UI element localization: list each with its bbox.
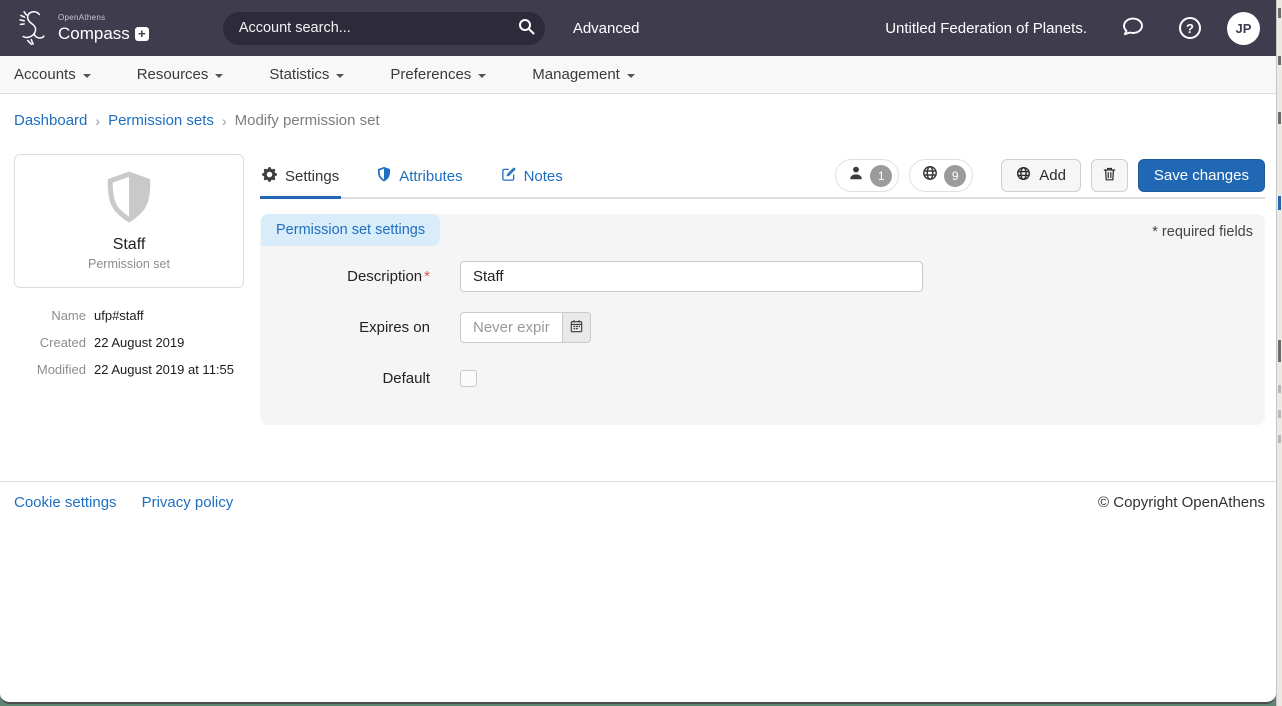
- chat-bubble-icon: [1121, 16, 1145, 41]
- meta-row-created: Created 22 August 2019: [14, 335, 244, 350]
- permission-set-card: Staff Permission set: [14, 154, 244, 288]
- app-window: OpenAthens Compass + Advanced Untitl: [0, 0, 1276, 704]
- breadcrumb-permission-sets[interactable]: Permission sets: [108, 112, 214, 129]
- privacy-policy-link[interactable]: Privacy policy: [142, 494, 234, 511]
- nav-item-accounts[interactable]: Accounts: [14, 66, 91, 83]
- chevron-down-icon: [478, 74, 486, 78]
- shield-half-icon: [377, 167, 391, 186]
- footer: Cookie settings Privacy policy © Copyrig…: [0, 481, 1276, 511]
- chevron-down-icon: [83, 74, 91, 78]
- permission-set-meta: Name ufp#staff Created 22 August 2019 Mo…: [14, 308, 244, 377]
- plus-badge-icon: +: [135, 27, 149, 41]
- globe-icon: [922, 165, 938, 186]
- help-button[interactable]: ?: [1179, 17, 1201, 39]
- feedback-button[interactable]: [1121, 16, 1145, 41]
- tab-notes-label: Notes: [524, 168, 563, 185]
- save-changes-button[interactable]: Save changes: [1138, 159, 1265, 192]
- required-fields-note: * required fields: [1152, 224, 1253, 240]
- permission-set-subtitle: Permission set: [15, 257, 243, 271]
- chevron-down-icon: [215, 74, 223, 78]
- account-search-input[interactable]: [223, 12, 545, 45]
- expires-on-row: Expires on: [260, 312, 1265, 343]
- add-button[interactable]: Add: [1001, 159, 1081, 192]
- pencil-square-icon: [501, 167, 516, 186]
- background-window-edge: [1276, 0, 1282, 706]
- nav-item-management[interactable]: Management: [532, 66, 635, 83]
- nav-item-resources[interactable]: Resources: [137, 66, 224, 83]
- globe-icon: [1016, 166, 1031, 185]
- permission-set-summary: Staff Permission set Name ufp#staff Crea…: [14, 154, 244, 389]
- logo-text: OpenAthens Compass +: [58, 14, 149, 42]
- meta-row-modified: Modified 22 August 2019 at 11:55: [14, 362, 244, 377]
- tab-attributes[interactable]: Attributes: [375, 158, 464, 199]
- help-icon: ?: [1179, 17, 1201, 39]
- resources-count-pill[interactable]: 9: [909, 159, 973, 192]
- logo-brand-large: Compass: [58, 25, 130, 42]
- logo-brand-small: OpenAthens: [58, 14, 149, 22]
- default-label: Default: [260, 370, 430, 387]
- openathens-compass-logo[interactable]: OpenAthens Compass +: [16, 7, 149, 49]
- gear-icon: [262, 167, 277, 186]
- accounts-count-badge: 1: [870, 165, 892, 187]
- breadcrumb-dashboard[interactable]: Dashboard: [14, 112, 87, 129]
- shield-icon: [104, 212, 154, 229]
- swan-logo-icon: [16, 7, 52, 49]
- chevron-down-icon: [627, 74, 635, 78]
- meta-row-name: Name ufp#staff: [14, 308, 244, 323]
- tab-settings-label: Settings: [285, 168, 339, 185]
- content-header: Settings Attributes: [260, 158, 1265, 199]
- account-search: [223, 12, 545, 45]
- default-row: Default: [260, 363, 1265, 394]
- tab-attributes-label: Attributes: [399, 168, 462, 185]
- calendar-icon: [570, 319, 583, 336]
- expires-on-input[interactable]: [460, 312, 563, 343]
- permission-set-title: Staff: [15, 236, 243, 254]
- action-buttons: 1 9: [835, 159, 1265, 192]
- nav-item-preferences[interactable]: Preferences: [390, 66, 486, 83]
- permission-set-settings-panel: Permission set settings * required field…: [260, 214, 1265, 425]
- breadcrumb: Dashboard › Permission sets › Modify per…: [14, 112, 380, 129]
- cookie-settings-link[interactable]: Cookie settings: [14, 494, 117, 511]
- advanced-search-link[interactable]: Advanced: [573, 20, 640, 37]
- tab-notes[interactable]: Notes: [499, 158, 565, 199]
- expires-on-label: Expires on: [260, 319, 430, 336]
- search-icon: [518, 23, 535, 38]
- search-button[interactable]: [513, 15, 541, 42]
- description-label: Description*: [260, 268, 430, 285]
- breadcrumb-separator-icon: ›: [222, 113, 227, 129]
- save-changes-label: Save changes: [1154, 167, 1249, 184]
- panel-tab-permission-set-settings[interactable]: Permission set settings: [261, 214, 440, 246]
- breadcrumb-separator-icon: ›: [95, 113, 100, 129]
- breadcrumb-current: Modify permission set: [235, 112, 380, 129]
- nav-item-statistics[interactable]: Statistics: [269, 66, 344, 83]
- description-row: Description*: [260, 261, 1265, 292]
- delete-button[interactable]: [1091, 159, 1128, 192]
- trash-icon: [1102, 166, 1117, 186]
- chevron-down-icon: [336, 74, 344, 78]
- add-button-label: Add: [1039, 167, 1066, 184]
- person-icon: [848, 165, 864, 186]
- top-bar: OpenAthens Compass + Advanced Untitl: [0, 0, 1276, 56]
- description-input[interactable]: [460, 261, 923, 292]
- accounts-count-pill[interactable]: 1: [835, 159, 899, 192]
- resources-count-badge: 9: [944, 165, 966, 187]
- main-nav: Accounts Resources Statistics Preference…: [0, 56, 1276, 94]
- date-picker-button[interactable]: [563, 312, 591, 343]
- main-content: Settings Attributes: [260, 158, 1265, 425]
- organisation-name: Untitled Federation of Planets.: [885, 20, 1087, 37]
- default-checkbox[interactable]: [460, 370, 477, 387]
- tab-settings[interactable]: Settings: [260, 158, 341, 199]
- copyright-text: © Copyright OpenAthens: [1098, 494, 1265, 511]
- user-avatar[interactable]: JP: [1227, 12, 1260, 45]
- required-star: *: [424, 268, 430, 285]
